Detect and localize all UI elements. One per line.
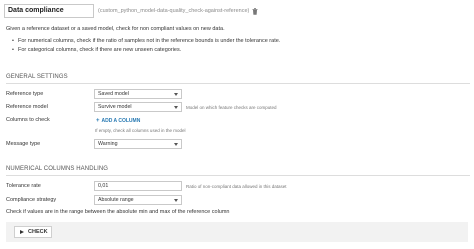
section-divider [6,175,470,176]
bullet-categorical: For categorical columns, check if there … [12,46,280,55]
compliance-strategy-value: Absolute range [98,197,134,203]
message-type-label: Message type [6,141,41,147]
reference-model-select[interactable]: Survive model [94,102,182,112]
recipe-id-label: (custom_python_model-data-quality_check-… [98,8,250,14]
chevron-down-icon [174,93,178,96]
tolerance-rate-hint: Ratio of non-compliant data allowed in t… [186,184,287,189]
chevron-down-icon [174,106,178,109]
compliance-strategy-select[interactable]: Absolute range [94,195,182,205]
check-button-label: CHECK [28,229,48,235]
reference-model-label: Reference model [6,104,48,110]
reference-type-value: Saved model [98,91,129,97]
tolerance-rate-input[interactable]: 0,01 [94,181,182,191]
reference-type-label: Reference type [6,91,44,97]
check-button[interactable]: CHECK [14,226,52,238]
trash-icon[interactable] [252,7,258,15]
columns-to-check-hint: If empty, check all columns used in the … [95,128,186,133]
description-intro: Given a reference dataset or a saved mod… [6,26,225,32]
tolerance-rate-label: Tolerance rate [6,183,41,189]
general-settings-heading: GENERAL SETTINGS [6,74,68,80]
reference-model-hint: Model on which feature checks are comput… [186,105,277,110]
message-type-select[interactable]: Warning [94,139,182,149]
chevron-down-icon [174,199,178,202]
section-divider [6,83,470,84]
header-row: Data compliance (custom_python_model-dat… [4,4,258,18]
description-bullets: For numerical columns, check if the rati… [12,37,280,55]
chevron-down-icon [174,143,178,146]
bullet-numerical: For numerical columns, check if the rati… [12,37,280,46]
strategy-note: Check if values are in the range between… [6,209,230,215]
add-column-label: ADD A COLUMN [101,118,141,124]
add-column-button[interactable]: + ADD A COLUMN [96,118,140,124]
title-input[interactable]: Data compliance [4,4,94,18]
reference-type-select[interactable]: Saved model [94,89,182,99]
play-icon [20,230,24,234]
numerical-settings-heading: NUMERICAL COLUMNS HANDLING [6,166,109,172]
compliance-strategy-label: Compliance strategy [6,197,57,203]
reference-model-value: Survive model [98,104,132,110]
footer-bar: CHECK [6,222,468,242]
columns-to-check-label: Columns to check [6,117,50,123]
plus-icon: + [96,118,100,124]
message-type-value: Warning [98,141,118,147]
